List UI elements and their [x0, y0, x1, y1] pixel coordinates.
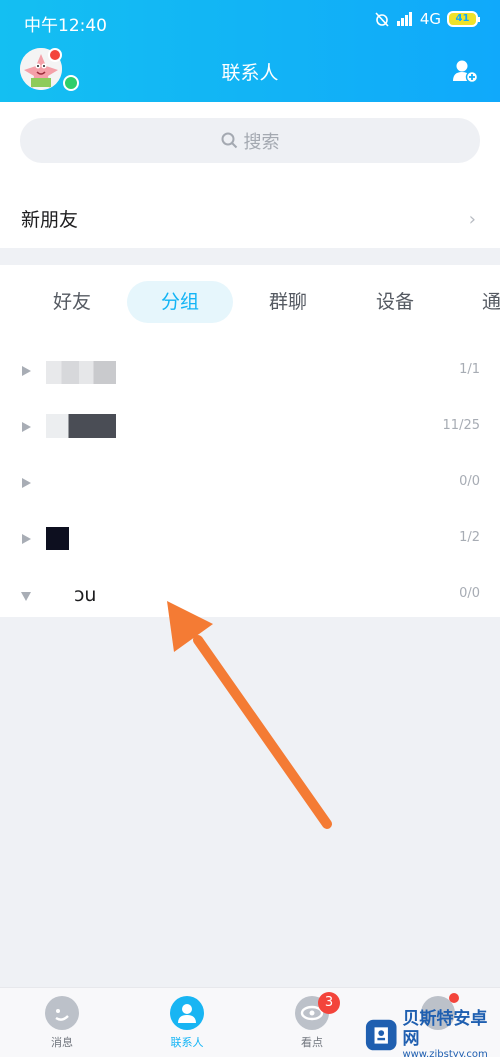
blurred-group-name [46, 527, 69, 550]
network-type: 4G [419, 10, 441, 28]
chevron-right-icon: › [468, 209, 476, 230]
expand-arrow-icon [22, 534, 31, 544]
unread-badge: 3 [318, 992, 340, 1014]
group-count: 0/0 [459, 586, 480, 601]
contacts-icon [170, 996, 204, 1030]
tab-groups[interactable]: 分组 [127, 281, 233, 323]
expand-arrow-icon [22, 422, 31, 432]
watermark-logo-icon [365, 1019, 397, 1051]
tab-group-chats[interactable]: 群聊 [246, 281, 330, 323]
group-name: ɔu [74, 584, 97, 606]
blurred-group-name [46, 361, 116, 384]
tab-contacts-nav[interactable]: 联系人 [147, 996, 227, 1050]
battery-icon: 41 [447, 11, 480, 27]
new-friends-row[interactable]: 新朋友 › [0, 187, 500, 244]
search-section: 搜索 新朋友 › [0, 102, 500, 248]
header: 中午12:40 4G 41 联系人 [0, 0, 500, 102]
group-row[interactable]: 11/25 [0, 400, 500, 456]
group-count: 0/0 [459, 474, 480, 489]
add-friend-icon[interactable] [452, 58, 478, 84]
search-icon [221, 132, 237, 149]
search-placeholder: 搜索 [243, 131, 280, 153]
page-title: 联系人 [221, 62, 279, 84]
group-count: 1/2 [459, 530, 480, 545]
tab-contacts-label: 联系人 [170, 1036, 204, 1049]
group-row[interactable]: 1/2 [0, 512, 500, 568]
group-count: 1/1 [459, 362, 480, 377]
group-count: 11/25 [442, 418, 480, 433]
alarm-off-icon [375, 12, 389, 27]
status-time: 中午12:40 [24, 16, 107, 36]
tab-contacts[interactable]: 通 [470, 281, 500, 323]
tab-discover-label: 看点 [301, 1036, 323, 1049]
tab-friends[interactable]: 好友 [30, 281, 114, 323]
tab-messages[interactable]: 消息 [22, 996, 102, 1050]
tab-discover[interactable]: 3 看点 [272, 992, 352, 1050]
expand-arrow-icon [22, 366, 31, 376]
watermark-title: 贝斯特安卓网 [402, 1009, 488, 1049]
contacts-panel: 好友 分组 群聊 设备 通 1/1 11/25 0/0 1/2 ɔu 0/0 [0, 265, 500, 617]
notification-dot [449, 993, 459, 1003]
messages-icon [45, 996, 79, 1030]
eye-icon: 3 [295, 992, 340, 1030]
group-row[interactable]: 0/0 [0, 456, 500, 512]
watermark: 贝斯特安卓网 www.zjbstyy.com [364, 1009, 500, 1057]
watermark-text: 贝斯特安卓网 www.zjbstyy.com [402, 1009, 500, 1057]
group-row[interactable]: 1/1 [0, 344, 500, 400]
group-row-expanded[interactable]: ɔu 0/0 [0, 568, 500, 624]
contact-tabs: 好友 分组 群聊 设备 通 [0, 281, 500, 323]
blurred-group-name [46, 414, 116, 438]
status-bar: 中午12:40 4G 41 [0, 0, 500, 44]
signal-icon [396, 12, 412, 26]
status-icons: 4G 41 [374, 10, 480, 28]
new-friends-label: 新朋友 [21, 209, 79, 231]
expand-arrow-icon [22, 478, 31, 488]
tab-messages-label: 消息 [51, 1036, 73, 1049]
tab-devices[interactable]: 设备 [353, 281, 437, 323]
search-input[interactable]: 搜索 [20, 118, 480, 163]
watermark-url: www.zjbstyy.com [402, 1049, 488, 1057]
collapse-arrow-icon [21, 592, 31, 601]
